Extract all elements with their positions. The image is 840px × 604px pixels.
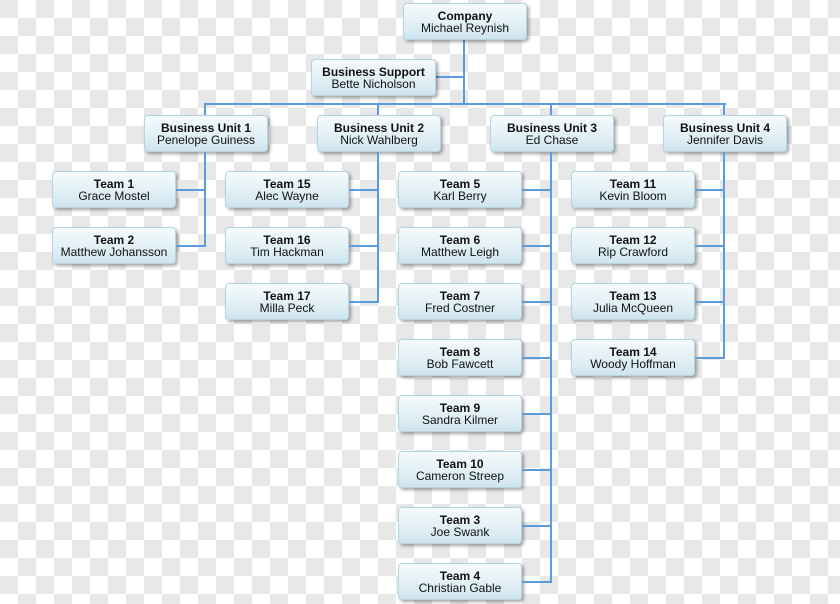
node-person: Christian Gable: [418, 580, 502, 595]
node-person: Karl Berry: [433, 188, 487, 203]
connector-unit-1-stem: [204, 152, 206, 247]
connector-team: [522, 469, 551, 471]
node-team[interactable]: Team 2 Matthew Johansson: [52, 227, 176, 264]
node-title: Team 2: [93, 232, 135, 247]
node-team[interactable]: Team 15 Alec Wayne: [225, 171, 349, 208]
connector-team: [522, 581, 551, 583]
connector-team: [695, 301, 724, 303]
node-business-support[interactable]: Business Support Bette Nicholson: [311, 59, 436, 96]
node-person: Bette Nicholson: [331, 76, 416, 91]
connector-unit-3-stem: [550, 152, 552, 583]
node-team[interactable]: Team 16 Tim Hackman: [225, 227, 349, 264]
node-team[interactable]: Team 14 Woody Hoffman: [571, 339, 695, 376]
connector-team: [522, 245, 551, 247]
node-person: Alec Wayne: [255, 188, 319, 203]
connector-team: [349, 245, 378, 247]
node-team[interactable]: Team 4 Christian Gable: [398, 563, 522, 600]
node-title: Team 7: [439, 288, 481, 303]
connector-team: [176, 245, 205, 247]
node-team[interactable]: Team 7 Fred Costner: [398, 283, 522, 320]
node-person: Fred Costner: [424, 300, 496, 315]
connector-team: [176, 189, 205, 191]
node-title: Team 16: [263, 232, 311, 247]
connector-unit-bus: [204, 103, 726, 105]
node-team[interactable]: Team 5 Karl Berry: [398, 171, 522, 208]
node-person: Matthew Leigh: [420, 244, 500, 259]
node-title: Business Unit 2: [333, 120, 425, 135]
node-title: Team 13: [609, 288, 657, 303]
node-team[interactable]: Team 13 Julia McQueen: [571, 283, 695, 320]
node-business-unit-4[interactable]: Business Unit 4 Jennifer Davis: [663, 115, 787, 152]
node-team[interactable]: Team 3 Joe Swank: [398, 507, 522, 544]
node-title: Team 12: [609, 232, 657, 247]
node-person: Penelope Guiness: [156, 132, 256, 147]
node-team[interactable]: Team 17 Milla Peck: [225, 283, 349, 320]
node-person: Grace Mostel: [78, 188, 150, 203]
node-title: Business Unit 3: [506, 120, 598, 135]
node-person: Cameron Streep: [415, 468, 505, 483]
node-person: Milla Peck: [259, 300, 315, 315]
node-person: Kevin Bloom: [599, 188, 667, 203]
connector-team: [522, 301, 551, 303]
connector-unit-2-stem: [377, 152, 379, 303]
connector-team: [695, 357, 724, 359]
node-business-unit-2[interactable]: Business Unit 2 Nick Wahlberg: [317, 115, 441, 152]
node-company[interactable]: Company Michael Reynish: [403, 3, 527, 40]
node-title: Team 8: [439, 344, 481, 359]
connector-team: [522, 413, 551, 415]
connector-company-trunk: [463, 40, 465, 105]
node-team[interactable]: Team 12 Rip Crawford: [571, 227, 695, 264]
connector-team: [522, 189, 551, 191]
node-title: Business Support: [322, 64, 425, 79]
connector-team: [349, 301, 378, 303]
node-team[interactable]: Team 9 Sandra Kilmer: [398, 395, 522, 432]
node-team[interactable]: Team 8 Bob Fawcett: [398, 339, 522, 376]
node-title: Team 3: [439, 512, 481, 527]
connector-team: [695, 245, 724, 247]
connector-unit-4-stem: [723, 152, 725, 359]
node-title: Team 4: [439, 568, 481, 583]
node-person: Rip Crawford: [597, 244, 669, 259]
node-person: Sandra Kilmer: [421, 412, 499, 427]
node-person: Ed Chase: [525, 132, 579, 147]
node-title: Company: [437, 8, 493, 23]
node-team[interactable]: Team 11 Kevin Bloom: [571, 171, 695, 208]
connector-team: [522, 525, 551, 527]
node-title: Team 15: [263, 176, 311, 191]
node-title: Team 14: [609, 344, 657, 359]
node-business-unit-3[interactable]: Business Unit 3 Ed Chase: [490, 115, 614, 152]
connector-team: [695, 189, 724, 191]
node-person: Julia McQueen: [592, 300, 674, 315]
node-person: Joe Swank: [430, 524, 490, 539]
node-team[interactable]: Team 1 Grace Mostel: [52, 171, 176, 208]
node-person: Matthew Johansson: [60, 244, 168, 259]
node-title: Team 6: [439, 232, 481, 247]
node-person: Bob Fawcett: [426, 356, 494, 371]
node-business-unit-1[interactable]: Business Unit 1 Penelope Guiness: [144, 115, 268, 152]
node-person: Nick Wahlberg: [340, 132, 418, 147]
node-team[interactable]: Team 6 Matthew Leigh: [398, 227, 522, 264]
node-title: Team 10: [436, 456, 484, 471]
node-title: Business Unit 4: [679, 120, 771, 135]
node-title: Team 5: [439, 176, 481, 191]
node-person: Woody Hoffman: [590, 356, 676, 371]
node-team[interactable]: Team 10 Cameron Streep: [398, 451, 522, 488]
node-title: Team 1: [93, 176, 135, 191]
node-person: Jennifer Davis: [686, 132, 764, 147]
node-person: Tim Hackman: [250, 244, 324, 259]
node-title: Team 11: [609, 176, 657, 191]
node-person: Michael Reynish: [420, 20, 510, 35]
connector-team: [349, 189, 378, 191]
node-title: Business Unit 1: [160, 120, 252, 135]
node-title: Team 9: [439, 400, 481, 415]
node-title: Team 17: [263, 288, 311, 303]
connector-team: [522, 357, 551, 359]
connector-business-support: [436, 76, 464, 78]
